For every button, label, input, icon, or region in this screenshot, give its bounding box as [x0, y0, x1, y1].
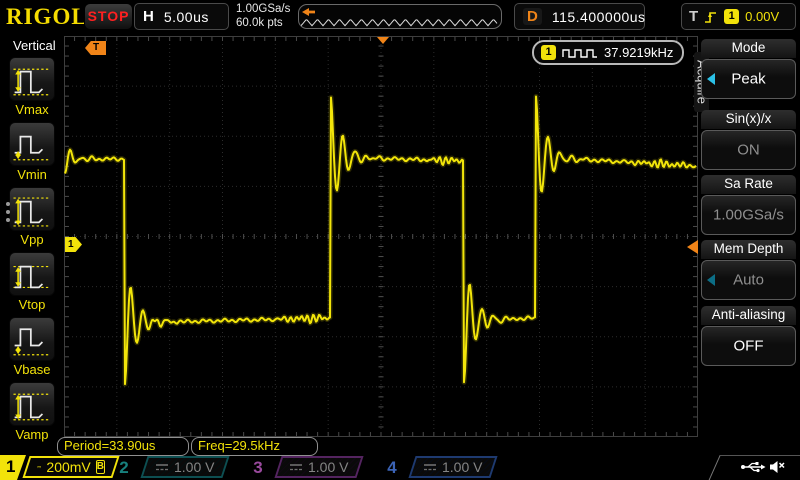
vamp-label: Vamp [15, 427, 49, 442]
menu-section-mode: Mode Peak [701, 39, 796, 101]
speaker-muted-icon [770, 461, 785, 473]
timebase-h-label: H [143, 8, 154, 25]
memdepth-value: Auto [733, 271, 764, 289]
dc-coupling-icon [156, 464, 168, 471]
mode-label: Mode [701, 39, 796, 58]
menu-section-sinx: Sin(x)/x ON [701, 110, 796, 170]
channel3-scale-badge[interactable]: 1.00 V [274, 456, 364, 478]
trigger-source-badge: 1 [724, 9, 740, 24]
run-state-indicator: STOP [84, 3, 133, 30]
vbase-button[interactable] [9, 317, 55, 361]
sarate-label: Sa Rate [701, 175, 796, 194]
channel4-scale-badge[interactable]: 1.00 V [408, 456, 498, 478]
brand-logo: RIGOL [6, 4, 88, 29]
rising-edge-icon [705, 11, 717, 23]
mode-button[interactable]: Peak [701, 59, 796, 99]
menu-page-dot [6, 210, 10, 214]
vpp-button[interactable] [9, 187, 55, 231]
menu-page-dot [6, 218, 10, 222]
square-wave-icon [562, 48, 597, 58]
dc-coupling-icon [37, 466, 42, 468]
usb-icon [741, 462, 766, 473]
bandwidth-limit-icon: B [95, 460, 105, 474]
sinx-button[interactable]: ON [701, 130, 796, 170]
channel3-badge[interactable]: 3 [246, 456, 270, 479]
channel1-scale: 200mV [46, 459, 91, 475]
antialiasing-button[interactable]: OFF [701, 326, 796, 366]
status-area-divider [708, 455, 721, 480]
sample-rate-box: 1.00GSa/s 60.0k pts [236, 2, 290, 30]
channel4-badge[interactable]: 4 [380, 456, 404, 479]
trigger-position-triangle-icon[interactable] [377, 37, 389, 44]
vtop-label: Vtop [18, 297, 46, 312]
dc-coupling-icon [290, 464, 302, 471]
trigger-box: T 1 0.00V [681, 3, 796, 30]
oscilloscope-screen: { "brand": "RIGOL", "colors": { "accent_… [0, 0, 800, 480]
vmax-label: Vmax [15, 102, 49, 117]
freq-counter-channel-badge: 1 [541, 45, 556, 60]
trigger-t-label: T [689, 8, 699, 25]
vamp-button[interactable] [9, 382, 55, 426]
timebase-box: H 5.00us [134, 3, 229, 30]
channel4-scale: 1.00 V [442, 459, 483, 475]
graticule [62, 36, 698, 438]
sarate-button[interactable]: 1.00GSa/s [701, 195, 796, 235]
freq-counter-value: 37.9219kHz [604, 45, 674, 60]
sarate-value: 1.00GSa/s [713, 206, 784, 224]
sinx-label: Sin(x)/x [701, 110, 796, 129]
frequency-counter: 1 37.9219kHz [532, 40, 684, 65]
horizontal-position-preview[interactable] [298, 4, 502, 29]
status-area-topline [720, 455, 800, 456]
sinx-value: ON [737, 141, 760, 159]
left-menu-title: Vertical [13, 38, 56, 53]
memory-points: 60.0k pts [236, 17, 283, 29]
vtop-button[interactable] [9, 252, 55, 296]
mode-value: Peak [731, 70, 766, 88]
vmin-button[interactable] [9, 122, 55, 166]
delay-d-label: D [523, 8, 542, 25]
antialiasing-label: Anti-aliasing [701, 306, 796, 325]
menu-page-dot [6, 202, 10, 206]
channel2-scale-badge[interactable]: 1.00 V [140, 456, 230, 478]
memdepth-label: Mem Depth [701, 240, 796, 259]
trigger-level-value: 0.00V [745, 9, 780, 24]
timebase-value: 5.00us [163, 8, 209, 25]
antialiasing-value: OFF [733, 337, 764, 355]
menu-section-memdepth: Mem Depth Auto [701, 240, 796, 302]
vmin-label: Vmin [17, 167, 47, 182]
delay-value: 115.400000us [551, 8, 646, 25]
measurement-freq: Freq=29.5kHz [191, 437, 318, 456]
vpp-label: Vpp [20, 232, 44, 247]
dc-coupling-icon [424, 464, 436, 471]
sample-rate: 1.00GSa/s [236, 3, 291, 15]
memdepth-button[interactable]: Auto [701, 260, 796, 300]
delay-box: D 115.400000us [514, 3, 645, 30]
memory-waveform-preview [301, 19, 498, 27]
measurement-period: Period=33.90us [57, 437, 189, 456]
channel1-scale-badge[interactable]: 200mV B [22, 456, 120, 478]
menu-section-sarate: Sa Rate 1.00GSa/s [701, 175, 796, 235]
channel3-scale: 1.00 V [308, 459, 349, 475]
menu-section-antialiasing: Anti-aliasing OFF [701, 306, 796, 368]
vbase-label: Vbase [13, 362, 51, 377]
channel2-scale: 1.00 V [174, 459, 215, 475]
waveform-display-area [62, 36, 698, 438]
channel2-badge[interactable]: 2 [112, 456, 136, 479]
vmax-button[interactable] [9, 57, 55, 101]
